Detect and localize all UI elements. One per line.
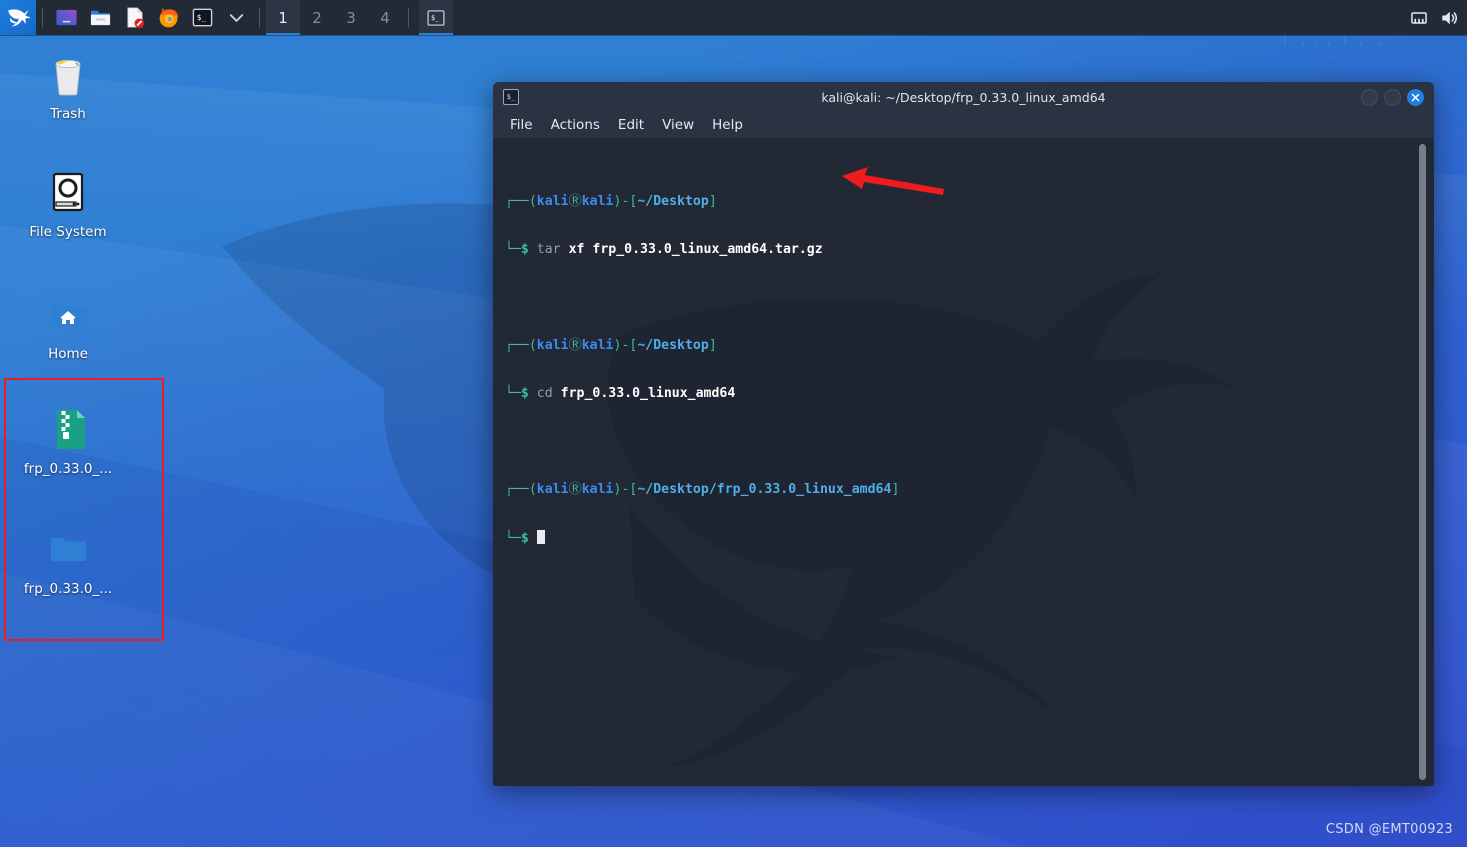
trash-icon xyxy=(55,59,81,96)
prompt-tree-bottom: └─ xyxy=(505,242,521,257)
archive-file-icon xyxy=(57,410,85,449)
prompt-path: ~/Desktop xyxy=(637,338,709,353)
menu-edit[interactable]: Edit xyxy=(609,115,653,135)
show-more-launchers[interactable] xyxy=(219,0,253,35)
terminal-gradient-icon xyxy=(55,9,77,26)
prompt-close-bracket: ] xyxy=(891,482,900,497)
minimize-button[interactable] xyxy=(1361,88,1378,106)
scrollbar-thumb[interactable] xyxy=(1419,144,1426,780)
prompt-user: kali xyxy=(536,338,569,353)
workspace-switcher: 1 2 3 4 xyxy=(266,0,402,35)
desktop-icon-trash[interactable]: Trash xyxy=(8,50,128,122)
prompt-dollar: $ xyxy=(520,242,529,257)
prompt-tree-top: ┌── xyxy=(505,338,529,353)
system-tray xyxy=(1409,8,1467,28)
terminal-window[interactable]: $_ kali@kali: ~/Desktop/frp_0.33.0_linux… xyxy=(493,82,1434,786)
terminal-window-icon: $_ xyxy=(427,9,445,26)
menu-help[interactable]: Help xyxy=(703,115,752,135)
close-icon xyxy=(1411,93,1420,101)
prompt-dollar: $ xyxy=(520,386,529,401)
volume-icon[interactable] xyxy=(1439,8,1459,28)
prompt-tree-top: ┌── xyxy=(505,482,529,497)
workspace-1[interactable]: 1 xyxy=(266,0,300,35)
desktop-icon-frp-archive[interactable]: frp_0.33.0_... xyxy=(8,405,128,477)
workspace-3[interactable]: 3 xyxy=(334,0,368,35)
file-manager-launcher[interactable] xyxy=(83,0,117,35)
terminal-menubar: File Actions Edit View Help xyxy=(493,112,1434,138)
workspace-2[interactable]: 2 xyxy=(300,0,334,35)
close-button[interactable] xyxy=(1407,88,1424,106)
file-manager-icon xyxy=(90,10,110,26)
window-controls xyxy=(1361,88,1434,106)
desktop-icon-label: Home xyxy=(48,346,88,362)
chevron-down-icon xyxy=(229,14,243,22)
panel-tick-marks xyxy=(1282,35,1392,45)
menu-actions[interactable]: Actions xyxy=(542,115,609,135)
command-name: cd xyxy=(536,386,553,401)
panel-separator xyxy=(42,7,43,28)
command-args: frp_0.33.0_linux_amd64 xyxy=(560,386,736,401)
prompt-at-symbol: Ⓡ xyxy=(568,194,582,209)
terminal-icon: $_ xyxy=(503,89,519,105)
prompt-host: kali xyxy=(581,194,614,209)
prompt-tree-bottom: └─ xyxy=(505,386,521,401)
prompt-user: kali xyxy=(536,482,569,497)
document-blocked-icon xyxy=(126,7,144,29)
network-icon[interactable] xyxy=(1409,8,1429,28)
command-args: xf frp_0.33.0_linux_amd64.tar.gz xyxy=(568,242,823,257)
workspace-4[interactable]: 4 xyxy=(368,0,402,35)
desktop-icon-home[interactable]: Home xyxy=(8,290,128,362)
desktop-icon-file-system[interactable]: File System xyxy=(8,168,128,240)
text-editor-launcher[interactable] xyxy=(117,0,151,35)
prompt-close-bracket: ] xyxy=(708,194,717,209)
prompt-host: kali xyxy=(581,338,614,353)
terminal-emulator-launcher[interactable] xyxy=(49,0,83,35)
terminal-output: ┌──(kaliⓇkali)-[~/Desktop] └─$ tar xf fr… xyxy=(505,146,1406,595)
root-terminal-icon: $_ xyxy=(192,8,212,27)
window-title: kali@kali: ~/Desktop/frp_0.33.0_linux_am… xyxy=(821,89,1106,105)
top-panel: $_ 1 2 3 4 $_ xyxy=(0,0,1467,35)
prompt-dollar: $ xyxy=(520,531,529,546)
prompt-at-symbol: Ⓡ xyxy=(568,482,582,497)
menu-file[interactable]: File xyxy=(501,115,542,135)
panel-separator xyxy=(408,7,409,28)
terminal-body[interactable]: ┌──(kaliⓇkali)-[~/Desktop] └─$ tar xf fr… xyxy=(493,138,1434,786)
desktop-icon-frp-folder[interactable]: frp_0.33.0_... xyxy=(8,525,128,597)
window-task-list: $_ xyxy=(419,0,453,35)
prompt-at-symbol: Ⓡ xyxy=(568,338,582,353)
maximize-button[interactable] xyxy=(1384,88,1401,106)
prompt-tree-bottom: └─ xyxy=(505,531,521,546)
hard-drive-icon xyxy=(52,172,84,212)
prompt-open-paren: ( xyxy=(528,338,537,353)
kali-menu-button[interactable] xyxy=(0,0,36,35)
prompt-path: ~/Desktop/frp_0.33.0_linux_amd64 xyxy=(637,482,892,497)
svg-text:$_: $_ xyxy=(431,14,439,22)
prompt-host: kali xyxy=(581,482,614,497)
desktop-icon-label: Trash xyxy=(50,106,86,122)
terminal-titlebar[interactable]: $_ kali@kali: ~/Desktop/frp_0.33.0_linux… xyxy=(493,82,1434,112)
folder-icon xyxy=(51,538,86,561)
panel-separator xyxy=(259,7,260,28)
prompt-user: kali xyxy=(536,194,569,209)
kali-dragon-icon xyxy=(7,9,31,27)
desktop-icon-label: File System xyxy=(29,224,107,240)
firefox-icon xyxy=(159,7,178,28)
menu-view[interactable]: View xyxy=(653,115,703,135)
firefox-launcher[interactable] xyxy=(151,0,185,35)
text-cursor xyxy=(536,530,545,544)
prompt-close-bracket: ] xyxy=(708,338,717,353)
prompt-open-paren: ( xyxy=(528,194,537,209)
task-button-terminal[interactable]: $_ xyxy=(419,0,453,35)
desktop-icon-label: frp_0.33.0_... xyxy=(23,581,113,597)
home-folder-icon xyxy=(51,303,86,326)
terminal-scrollbar[interactable] xyxy=(1419,144,1426,780)
prompt-tree-top: ┌── xyxy=(505,194,529,209)
root-terminal-launcher[interactable]: $_ xyxy=(185,0,219,35)
svg-text:$_: $_ xyxy=(196,13,206,22)
command-name: tar xyxy=(536,242,561,257)
prompt-open-paren: ( xyxy=(528,482,537,497)
csdn-watermark: CSDN @EMT00923 xyxy=(1325,822,1453,837)
desktop-icon-label: frp_0.33.0_... xyxy=(23,461,113,477)
prompt-path: ~/Desktop xyxy=(637,194,709,209)
